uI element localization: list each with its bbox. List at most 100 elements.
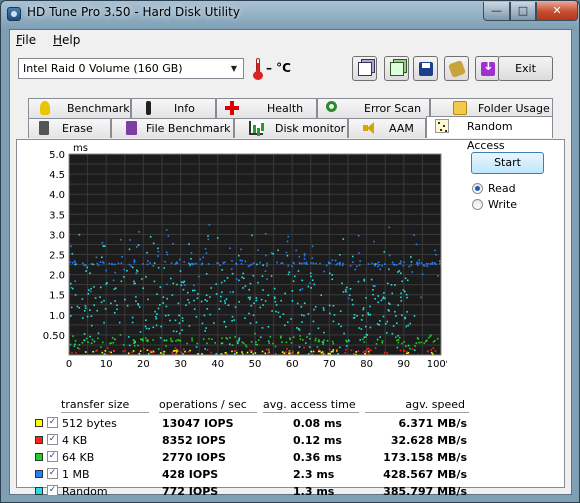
start-button[interactable]: Start [471,152,544,174]
data-point-random [181,317,184,319]
tab-folder-usage[interactable]: Folder Usage [430,98,553,118]
data-point-random [225,326,227,328]
data-point-1-mb [356,265,358,268]
avg-access-time: 1.3 ms [293,485,335,498]
menu-help[interactable]: Help [53,33,80,47]
write-radio-dot[interactable] [472,199,483,210]
data-point-1-mb [301,287,304,290]
data-point-random [339,254,341,256]
data-point-random [244,317,246,319]
tab-health[interactable]: Health [216,98,317,118]
data-point-1-mb [90,263,93,265]
write-radio[interactable]: Write [472,198,552,212]
data-point-64-kb [178,339,180,342]
data-point-random [360,328,363,330]
transfer-size: 4 KB [62,434,88,447]
data-point-1-mb [349,265,352,267]
data-point-1-mb [295,249,297,252]
data-point-512-bytes [84,351,87,353]
checkbox[interactable]: ✓ [47,485,58,496]
data-point-random [176,283,178,286]
data-point-random [255,321,258,324]
data-point-1-mb [287,264,289,267]
data-point-random [172,282,175,285]
data-point-random [305,342,307,344]
copy-info-button[interactable] [384,56,409,81]
data-point-1-mb [338,262,341,264]
data-point-random [379,320,381,322]
data-point-random [160,325,162,328]
data-point-random [218,308,221,310]
data-point-1-mb [434,249,436,252]
data-point-512-bytes [92,350,94,353]
data-point-random [78,233,81,236]
data-point-random [298,329,301,331]
data-point-64-kb [137,344,139,347]
exit-button[interactable]: Exit [498,56,553,81]
data-point-512-bytes [138,352,141,355]
tab-erase[interactable]: Erase [28,118,111,138]
data-point-512-bytes [127,352,130,355]
data-point-random [162,302,164,304]
maximize-button[interactable]: □ [510,2,536,21]
data-point-1-mb [167,235,170,237]
tab-error-scan[interactable]: Error Scan [317,98,430,118]
data-point-random [238,339,240,341]
data-point-512-bytes [110,351,112,354]
tab-aam[interactable]: AAM [348,118,426,138]
window-title: HD Tune Pro 3.50 - Hard Disk Utility [27,5,240,19]
data-point-random [100,301,103,304]
menu-file[interactable]: File [16,33,36,47]
data-point-random [394,284,396,286]
data-point-random [277,311,280,314]
copy-text-button[interactable] [352,56,377,81]
close-button[interactable]: ✕ [536,2,578,21]
data-point-1-mb [257,249,259,251]
data-point-random [307,285,310,288]
data-point-512-bytes [174,349,176,352]
data-point-1-mb [219,264,221,266]
data-point-1-mb [149,262,151,264]
data-point-random [103,299,105,302]
data-point-64-kb [109,342,111,345]
chevron-down-icon[interactable]: ▼ [227,61,241,76]
data-point-1-mb [74,261,76,263]
data-point-random [165,305,168,308]
save-button[interactable] [413,56,438,81]
tab-info[interactable]: Info [131,98,216,118]
tab-benchmark[interactable]: Benchmark [28,98,131,118]
read-radio-dot[interactable] [472,183,483,194]
data-point-1-mb [157,250,160,253]
data-point-random [397,271,399,273]
tab-erase-label: Erase [62,122,93,135]
operations-per-sec: 772 IOPS [162,485,219,498]
tab-random-access[interactable]: Random Access [426,116,553,152]
checkbox[interactable]: ✓ [47,417,58,428]
title-bar[interactable]: HD Tune Pro 3.50 - Hard Disk Utility — □… [1,1,579,27]
data-point-1-mb [334,259,337,262]
screenshot-button[interactable] [444,56,469,81]
data-point-1-mb [384,263,386,265]
read-radio[interactable]: Read [472,182,552,196]
data-point-random [193,289,196,292]
data-point-512-bytes [283,352,286,355]
data-point-random [248,312,250,315]
data-point-1-mb [90,290,92,293]
tab-disk-monitor[interactable]: Disk monitor [234,118,348,138]
data-point-random [196,353,199,355]
data-point-random [308,346,311,348]
data-point-random [88,289,90,291]
tab-file-benchmark[interactable]: File Benchmark [111,118,234,138]
data-point-random [363,280,366,282]
data-point-random [406,311,408,313]
checkbox[interactable]: ✓ [47,451,58,462]
options-button[interactable] [475,56,500,81]
checkbox[interactable]: ✓ [47,468,58,479]
data-point-4-kb [171,351,173,354]
checkbox[interactable]: ✓ [47,434,58,445]
drive-select[interactable]: Intel Raid 0 Volume (160 GB) ▼ [18,58,244,79]
data-point-random [267,294,270,296]
data-point-1-mb [305,261,308,264]
minimize-button[interactable]: — [483,2,510,21]
data-point-512-bytes [355,351,357,353]
